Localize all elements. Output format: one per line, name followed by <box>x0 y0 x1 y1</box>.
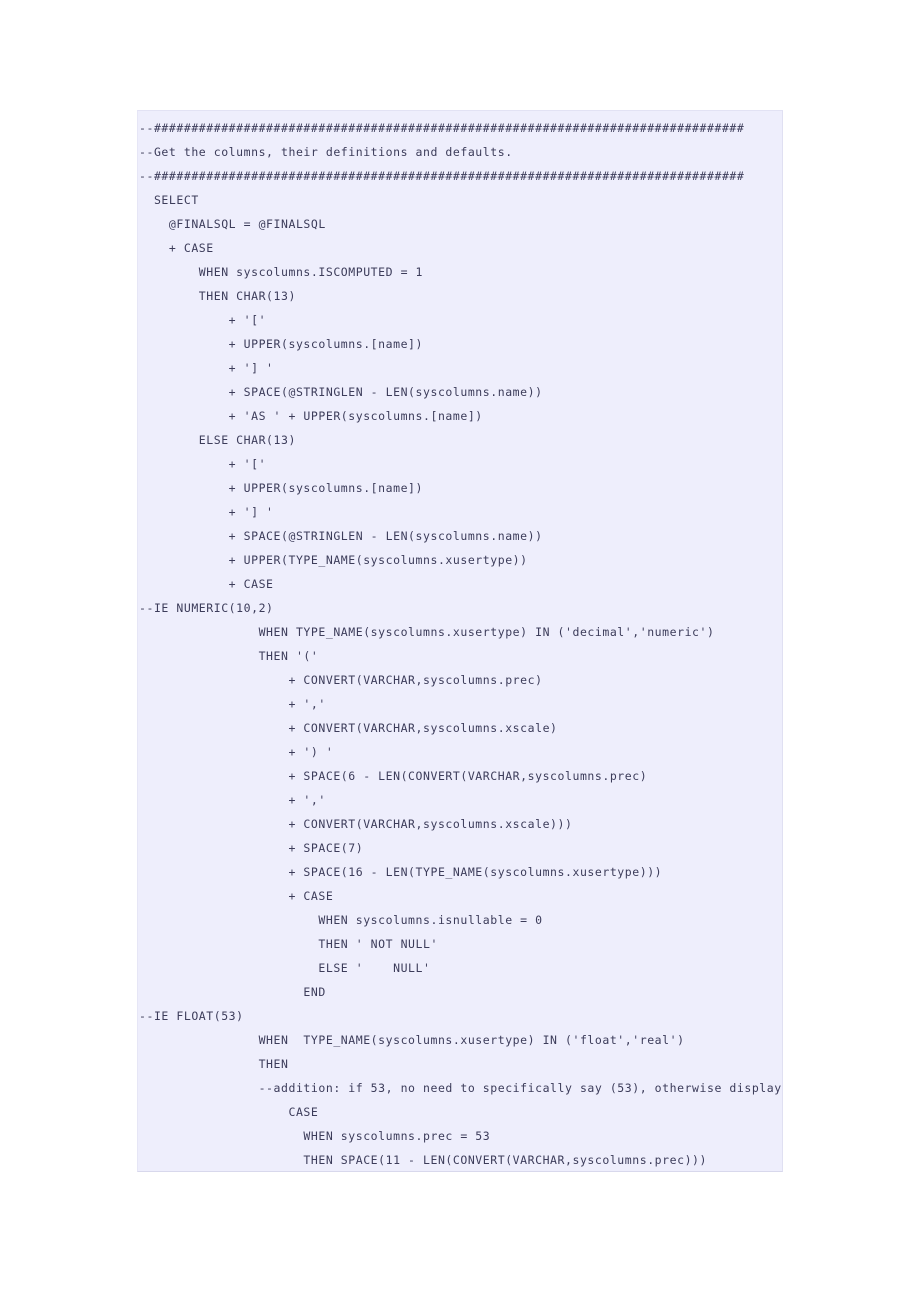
code-line: WHEN TYPE_NAME(syscolumns.xusertype) IN … <box>139 1033 685 1047</box>
code-line: + ') ' <box>139 745 334 759</box>
code-line: --######################################… <box>139 121 745 135</box>
code-line: + '[' <box>139 457 267 471</box>
code-line: WHEN TYPE_NAME(syscolumns.xusertype) IN … <box>139 625 715 639</box>
code-line: + CASE <box>139 241 214 255</box>
code-line: @FINALSQL = @FINALSQL <box>139 217 326 231</box>
code-line: + UPPER(syscolumns.[name]) <box>139 337 423 351</box>
code-line: + 'AS ' + UPPER(syscolumns.[name]) <box>139 409 483 423</box>
code-line: WHEN syscolumns.ISCOMPUTED = 1 <box>139 265 423 279</box>
code-line: + SPACE(16 - LEN(TYPE_NAME(syscolumns.xu… <box>139 865 663 879</box>
code-line: --Get the columns, their definitions and… <box>139 145 513 159</box>
code-line: + UPPER(syscolumns.[name]) <box>139 481 423 495</box>
code-lines-container: --######################################… <box>138 116 783 1171</box>
code-line: + CONVERT(VARCHAR,syscolumns.prec) <box>139 673 543 687</box>
code-line: + ',' <box>139 697 326 711</box>
code-line: WHEN syscolumns.isnullable = 0 <box>139 913 543 927</box>
code-line: + '] ' <box>139 361 274 375</box>
code-line: + '[' <box>139 313 267 327</box>
document-page: --######################################… <box>0 0 920 1302</box>
code-line: + '] ' <box>139 505 274 519</box>
code-line: THEN '(' <box>139 649 319 663</box>
sql-code-block: --######################################… <box>137 110 783 1172</box>
code-line: THEN SPACE(11 - LEN(CONVERT(VARCHAR,sysc… <box>139 1153 707 1167</box>
code-line: WHEN syscolumns.prec = 53 <box>139 1129 491 1143</box>
code-line: + SPACE(@STRINGLEN - LEN(syscolumns.name… <box>139 529 543 543</box>
code-line: SELECT <box>139 193 199 207</box>
code-line: + CONVERT(VARCHAR,syscolumns.xscale))) <box>139 817 573 831</box>
code-line: + ',' <box>139 793 326 807</box>
code-line: + SPACE(@STRINGLEN - LEN(syscolumns.name… <box>139 385 543 399</box>
code-line: + CASE <box>139 577 274 591</box>
code-line: --IE FLOAT(53) <box>139 1009 244 1023</box>
code-line: THEN ' NOT NULL' <box>139 937 438 951</box>
code-line: THEN CHAR(13) <box>139 289 296 303</box>
code-line: --######################################… <box>139 169 745 183</box>
code-line: --IE NUMERIC(10,2) <box>139 601 274 615</box>
code-line: + CONVERT(VARCHAR,syscolumns.xscale) <box>139 721 558 735</box>
code-line: --addition: if 53, no need to specifical… <box>139 1081 783 1095</box>
code-line: ELSE CHAR(13) <box>139 433 296 447</box>
code-line: + SPACE(7) <box>139 841 364 855</box>
code-line: THEN <box>139 1057 289 1071</box>
code-line: ELSE ' NULL' <box>139 961 431 975</box>
code-line: + SPACE(6 - LEN(CONVERT(VARCHAR,syscolum… <box>139 769 648 783</box>
code-line: + UPPER(TYPE_NAME(syscolumns.xusertype)) <box>139 553 528 567</box>
code-line: CASE <box>139 1105 319 1119</box>
code-line: + CASE <box>139 889 334 903</box>
code-line: END <box>139 985 326 999</box>
